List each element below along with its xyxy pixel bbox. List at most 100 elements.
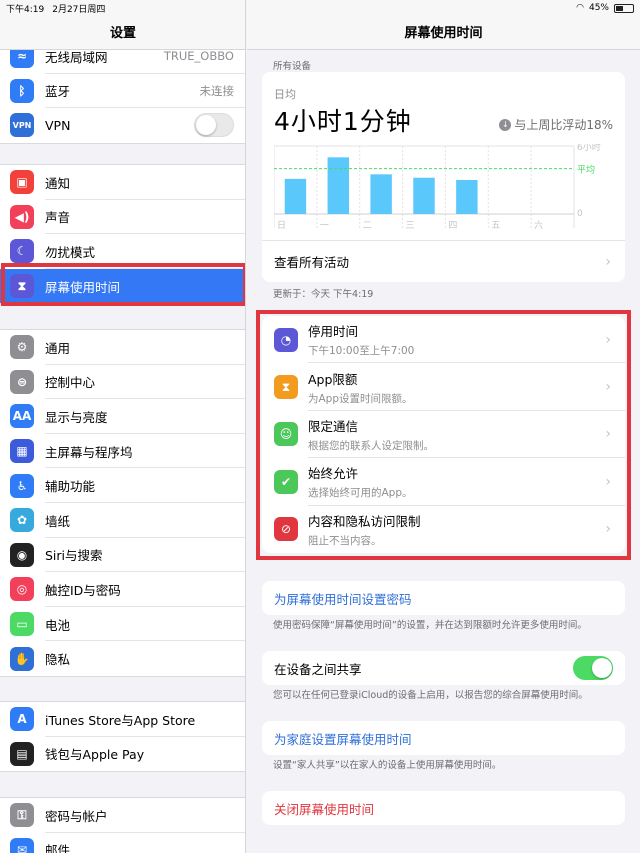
- sidebar-group-accounts: ⚿ 密码与帐户 ✉ 邮件: [0, 797, 245, 853]
- sidebar-item-label: 控制中心: [45, 375, 96, 391]
- sidebar-item-sound[interactable]: ◀) 声音: [0, 200, 245, 235]
- hand-icon: ✋: [10, 646, 34, 671]
- set-passcode-button[interactable]: 为屏幕使用时间设置密码: [262, 581, 625, 615]
- status-bar: 下午4:19 2月27日周四 ◠ 45%: [0, 0, 640, 16]
- sidebar-group-notifications: ▣ 通知 ◀) 声音 ☾ 勿扰模式 ⧗ 屏幕使用时间: [0, 164, 245, 305]
- sidebar-item-moon[interactable]: ☾ 勿扰模式: [0, 234, 245, 269]
- turn-off-screen-time-label: 关闭屏幕使用时间: [274, 801, 375, 817]
- option-downtime[interactable]: ◔ 停用时间 下午10:00至上午7:00 ›: [262, 316, 625, 364]
- view-all-activity-label: 查看所有活动: [274, 255, 350, 270]
- sidebar-item-label: 墙纸: [45, 513, 71, 529]
- sidebar-item-app-store[interactable]: AiTunes Store与App Store: [0, 702, 245, 737]
- chart-bar: [327, 157, 349, 214]
- sidebar-item-key[interactable]: ⚿ 密码与帐户: [0, 798, 245, 833]
- sidebar-item-label: 通知: [45, 175, 71, 191]
- status-time: 下午4:19: [6, 4, 45, 15]
- key-icon: ⚿: [10, 803, 34, 828]
- arrow-down-icon: ↓: [499, 118, 512, 131]
- chart-average-label: 平均: [577, 164, 595, 176]
- sidebar-item-label: 声音: [45, 210, 71, 226]
- vpn-toggle[interactable]: [194, 113, 234, 138]
- chart-y-tick-label: 6小时: [577, 144, 601, 153]
- sidebar-item-label: 密码与帐户: [45, 808, 108, 824]
- family-setup-button[interactable]: 为家庭设置屏幕使用时间: [262, 721, 625, 755]
- sidebar-item-wallet[interactable]: ▤ 钱包与Apple Pay: [0, 737, 245, 772]
- sidebar-item-label: 屏幕使用时间: [45, 279, 121, 295]
- sidebar-group-store: AiTunes Store与App Store ▤ 钱包与Apple Pay: [0, 701, 245, 773]
- sidebar-item-label: 触控ID与密码: [45, 582, 121, 598]
- sidebar-item-notification[interactable]: ▣ 通知: [0, 165, 245, 200]
- hourglass-icon: ⧗: [274, 375, 298, 400]
- bluetooth-icon: ᛒ: [10, 78, 34, 103]
- sidebar-item-label: 主屏幕与程序坞: [45, 444, 133, 460]
- contact-icon: ☺: [274, 422, 298, 447]
- moon-icon: ☾: [10, 239, 34, 264]
- sidebar-item-home-screen[interactable]: ▦ 主屏幕与程序坞: [0, 434, 245, 469]
- sidebar-item-bluetooth[interactable]: ᛒ 蓝牙 未连接: [0, 74, 245, 109]
- option-text: 始终允许 选择始终可用的App。: [308, 463, 413, 500]
- sidebar-item-label: 电池: [45, 617, 71, 633]
- sidebar-item-label: 蓝牙: [45, 84, 71, 100]
- turn-off-screen-time-button[interactable]: 关闭屏幕使用时间: [262, 791, 625, 825]
- option-title: App限额: [308, 371, 358, 387]
- option-contact[interactable]: ☺ 限定通信根据您的联系人设定限制。 ›: [262, 411, 625, 459]
- checkmark-icon: ✔: [274, 469, 298, 494]
- option-title: 停用时间: [308, 324, 359, 340]
- option-hourglass[interactable]: ⧗ App限额 为App设置时间限额。 ›: [262, 363, 625, 411]
- chevron-right-icon: ›: [605, 253, 611, 270]
- sidebar-item-hourglass[interactable]: ⧗ 屏幕使用时间: [0, 268, 245, 304]
- option-text: App限额 为App设置时间限额。: [308, 369, 413, 406]
- sidebar-item-control-center[interactable]: ⊜ 控制中心: [0, 365, 245, 400]
- sidebar-item-label: 邮件: [45, 843, 71, 853]
- sidebar-item-wallpaper[interactable]: ✿ 墙纸: [0, 503, 245, 538]
- share-across-devices-row: 在设备之间共享: [262, 651, 625, 685]
- restriction-icon: ⊘: [274, 517, 298, 542]
- sidebar-item-siri[interactable]: ◉ Siri与搜索: [0, 538, 245, 573]
- sidebar-item-value: TRUE_OBBO: [163, 49, 234, 64]
- sidebar-item-gear[interactable]: ⚙ 通用: [0, 330, 245, 365]
- option-checkmark[interactable]: ✔ 始终允许 选择始终可用的App。 ›: [262, 458, 625, 506]
- view-all-activity-button[interactable]: 查看所有活动 ›: [262, 240, 625, 282]
- wallet-icon: ▤: [10, 741, 34, 766]
- option-restriction[interactable]: ⊘ 内容和隐私访问限制 阻止不当内容。 ›: [262, 506, 625, 553]
- chart-bar: [284, 178, 307, 214]
- chart-x-tick-label: 日: [277, 220, 286, 231]
- sidebar-item-display[interactable]: AA 显示与亮度: [0, 399, 245, 434]
- sidebar-group-network: ≈ 无线局域网 TRUE_OBBO ᛒ 蓝牙 未连接 VPN VPN: [0, 38, 245, 144]
- sidebar-item-touch-id[interactable]: ◎ 触控ID与密码: [0, 572, 245, 607]
- sidebar-item-accessibility[interactable]: ♿ 辅助功能: [0, 468, 245, 503]
- wallpaper-icon: ✿: [10, 508, 34, 533]
- status-date: 2月27日周四: [52, 4, 106, 15]
- sidebar-item-label: 勿扰模式: [45, 244, 96, 260]
- display-icon: AA: [10, 404, 34, 429]
- passcode-note: 使用密码保障“屏幕使用时间”的设置，并在达到限额时允许更多使用时间。: [273, 620, 587, 631]
- chart-bar: [456, 180, 478, 214]
- accessibility-icon: ♿: [10, 473, 34, 498]
- chevron-right-icon: ›: [605, 426, 611, 443]
- battery-percent: 45%: [588, 3, 609, 13]
- sidebar-item-value: 未连接: [199, 83, 235, 98]
- set-passcode-label: 为屏幕使用时间设置密码: [274, 591, 412, 607]
- downtime-icon: ◔: [274, 327, 298, 352]
- sidebar-item-battery[interactable]: ▭ 电池: [0, 607, 245, 642]
- mail-icon: ✉: [10, 837, 34, 853]
- sidebar-title: 设置: [109, 26, 136, 41]
- option-subtitle: 选择始终可用的App。: [308, 487, 413, 500]
- chart-bar: [413, 177, 435, 214]
- daily-average-label: 日均: [274, 88, 296, 101]
- share-across-devices-toggle[interactable]: [573, 656, 613, 680]
- updated-label: 更新于：今天 下午4:19: [273, 289, 374, 300]
- sidebar-item-label: 通用: [45, 340, 71, 356]
- option-subtitle: 根据您的联系人设定限制。: [308, 439, 434, 452]
- chevron-right-icon: ›: [605, 331, 611, 348]
- sidebar-item-label: 显示与亮度: [45, 409, 108, 425]
- share-across-devices-label: 在设备之间共享: [274, 661, 362, 677]
- option-title: 限定通信: [308, 418, 359, 434]
- sidebar-item-mail[interactable]: ✉ 邮件: [0, 833, 245, 853]
- family-note: 设置“家人共享”以在家人的设备上使用屏幕使用时间。: [273, 760, 502, 771]
- sidebar-group-general: ⚙ 通用 ⊜ 控制中心 AA 显示与亮度 ▦ 主屏幕与程序坞 ♿ 辅助功能 ✿ 墙纸 ◉ Siri与搜索 ◎…: [0, 329, 245, 677]
- sidebar-item-hand[interactable]: ✋ 隐私: [0, 641, 245, 676]
- gear-icon: ⚙: [10, 335, 34, 360]
- sidebar-item-vpn[interactable]: VPN VPN: [0, 108, 245, 143]
- options-card: ◔ 停用时间 下午10:00至上午7:00 › ⧗ App限额 为App设置时间限额。 › ☺ 限…: [262, 316, 625, 553]
